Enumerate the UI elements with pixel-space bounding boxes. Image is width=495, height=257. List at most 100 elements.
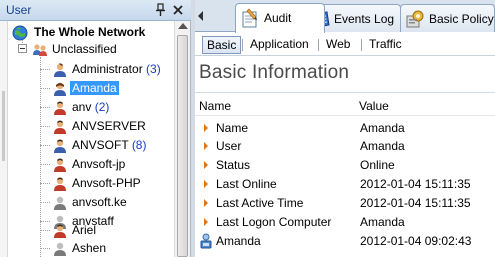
tab-basic-policy[interactable]: Basic Policy bbox=[400, 4, 495, 32]
computer-icon bbox=[200, 233, 212, 249]
tree-line bbox=[40, 202, 50, 203]
tree-line bbox=[40, 248, 50, 249]
user-icon bbox=[54, 101, 66, 115]
expand-arrow-icon bbox=[204, 142, 208, 150]
info-row-value: Amanda bbox=[360, 121, 405, 135]
user-panel-title: User bbox=[6, 3, 32, 17]
user-name: Ariel bbox=[72, 223, 97, 237]
user-name: Anvsoft-jp bbox=[72, 157, 126, 171]
info-row-label: Last Logon Computer bbox=[216, 215, 332, 229]
expand-arrow-icon bbox=[204, 199, 208, 207]
tree-line bbox=[40, 126, 50, 127]
scroll-up-arrow-icon[interactable] bbox=[178, 23, 188, 29]
tree-line bbox=[40, 221, 50, 222]
tab-basic-policy-label: Basic Policy bbox=[429, 12, 494, 26]
tree-line bbox=[40, 69, 50, 70]
user-name: Anvsoft-PHP bbox=[72, 176, 141, 190]
tree-line bbox=[40, 57, 41, 257]
user-icon bbox=[54, 242, 66, 256]
tree-line bbox=[40, 183, 50, 184]
user-panel: User The Whole Network Unclassified Admi… bbox=[0, 0, 191, 257]
expand-arrow-icon bbox=[204, 161, 208, 169]
globe-icon bbox=[12, 25, 28, 41]
subtab-application[interactable]: Application bbox=[246, 36, 313, 54]
user-name-selected: Amanda bbox=[70, 81, 119, 95]
info-row-value: 2012-01-04 15:11:35 bbox=[360, 196, 471, 210]
subtab-traffic[interactable]: Traffic bbox=[365, 36, 406, 54]
user-icon bbox=[54, 224, 66, 238]
info-row-status[interactable]: Status Online bbox=[195, 156, 495, 175]
info-row-value: Online bbox=[360, 158, 395, 172]
subtab-separator bbox=[361, 39, 362, 51]
expand-arrow-icon bbox=[204, 180, 208, 188]
tree-line bbox=[40, 88, 50, 89]
user-icon bbox=[54, 63, 66, 77]
section-title: Basic Information bbox=[199, 62, 350, 83]
expand-arrow-icon bbox=[204, 124, 208, 132]
user-icon bbox=[54, 139, 66, 153]
computer-name: Amanda bbox=[216, 234, 261, 248]
subtab-separator bbox=[242, 39, 243, 51]
column-header-name[interactable]: Name bbox=[199, 99, 231, 113]
user-count: (3) bbox=[146, 62, 161, 76]
audit-icon bbox=[242, 8, 257, 28]
tab-scroll-left-icon[interactable] bbox=[198, 11, 203, 21]
subtab-web[interactable]: Web bbox=[322, 36, 354, 54]
user-name: ANVSERVER bbox=[72, 119, 146, 133]
user-panel-header: User bbox=[0, 0, 191, 21]
tab-strip: Audit Events Log Basic Policy bbox=[195, 0, 495, 33]
info-row-label: Last Online bbox=[216, 177, 277, 191]
details-panel: Audit Events Log Basic Policy Basic Appl… bbox=[195, 0, 495, 257]
info-row-name[interactable]: Name Amanda bbox=[195, 119, 495, 138]
info-row-user[interactable]: User Amanda bbox=[195, 137, 495, 156]
info-row-value: Amanda bbox=[360, 139, 405, 153]
user-name: anv bbox=[72, 100, 92, 114]
info-row-last-logon-computer[interactable]: Last Logon Computer Amanda bbox=[195, 213, 495, 232]
tree-line bbox=[40, 145, 50, 146]
tab-audit[interactable]: Audit bbox=[235, 3, 325, 33]
user-group-icon bbox=[33, 44, 47, 56]
subtab-bar: Basic Application Web Traffic bbox=[195, 33, 495, 56]
section-divider bbox=[195, 92, 495, 93]
tree-group-label: Unclassified bbox=[52, 42, 117, 56]
info-row-value: 2012-01-04 15:11:35 bbox=[360, 177, 471, 191]
user-name: anvsoft.ke bbox=[72, 195, 127, 209]
pin-icon[interactable] bbox=[155, 3, 167, 17]
info-row-label: Name bbox=[216, 121, 249, 135]
info-row-computer[interactable]: Amanda 2012-01-04 09:02:43 bbox=[195, 232, 495, 251]
close-icon[interactable] bbox=[172, 3, 184, 17]
user-name: ANVSOFT bbox=[72, 138, 129, 152]
user-icon bbox=[54, 120, 66, 134]
info-row-last-active-time[interactable]: Last Active Time 2012-01-04 15:11:35 bbox=[195, 194, 495, 213]
subtab-basic[interactable]: Basic bbox=[202, 36, 242, 54]
user-count: (8) bbox=[131, 138, 147, 152]
computer-logon-time: 2012-01-04 09:02:43 bbox=[360, 234, 472, 248]
tree-line bbox=[40, 107, 50, 108]
user-name: Administrator bbox=[72, 62, 143, 76]
scrollbar-thumb[interactable] bbox=[177, 35, 188, 257]
tree-root-label: The Whole Network bbox=[34, 25, 146, 39]
panel-edge bbox=[0, 21, 8, 257]
collapse-toggle[interactable] bbox=[18, 44, 27, 53]
column-header-value[interactable]: Value bbox=[359, 99, 389, 113]
panel-edge-grip bbox=[2, 91, 5, 161]
info-row-label: Status bbox=[216, 158, 251, 172]
tab-audit-label: Audit bbox=[264, 11, 292, 25]
user-name: Ashen bbox=[72, 241, 107, 255]
header-divider bbox=[195, 115, 495, 116]
user-list-scrollbar[interactable] bbox=[174, 21, 190, 257]
info-row-label: Last Active Time bbox=[216, 196, 304, 210]
info-row-last-online[interactable]: Last Online 2012-01-04 15:11:35 bbox=[195, 175, 495, 194]
user-count: (2) bbox=[94, 100, 110, 114]
user-icon bbox=[54, 196, 66, 210]
tab-events-log-label: Events Log bbox=[334, 12, 395, 26]
info-row-label: User bbox=[216, 139, 242, 153]
expand-arrow-icon bbox=[204, 218, 208, 226]
user-icon bbox=[54, 82, 66, 96]
subtab-separator bbox=[318, 39, 319, 51]
user-icon bbox=[54, 158, 66, 172]
basic-policy-icon bbox=[406, 10, 424, 28]
info-row-value: Amanda bbox=[360, 215, 405, 229]
tree-line bbox=[40, 230, 50, 231]
user-icon bbox=[54, 177, 66, 191]
